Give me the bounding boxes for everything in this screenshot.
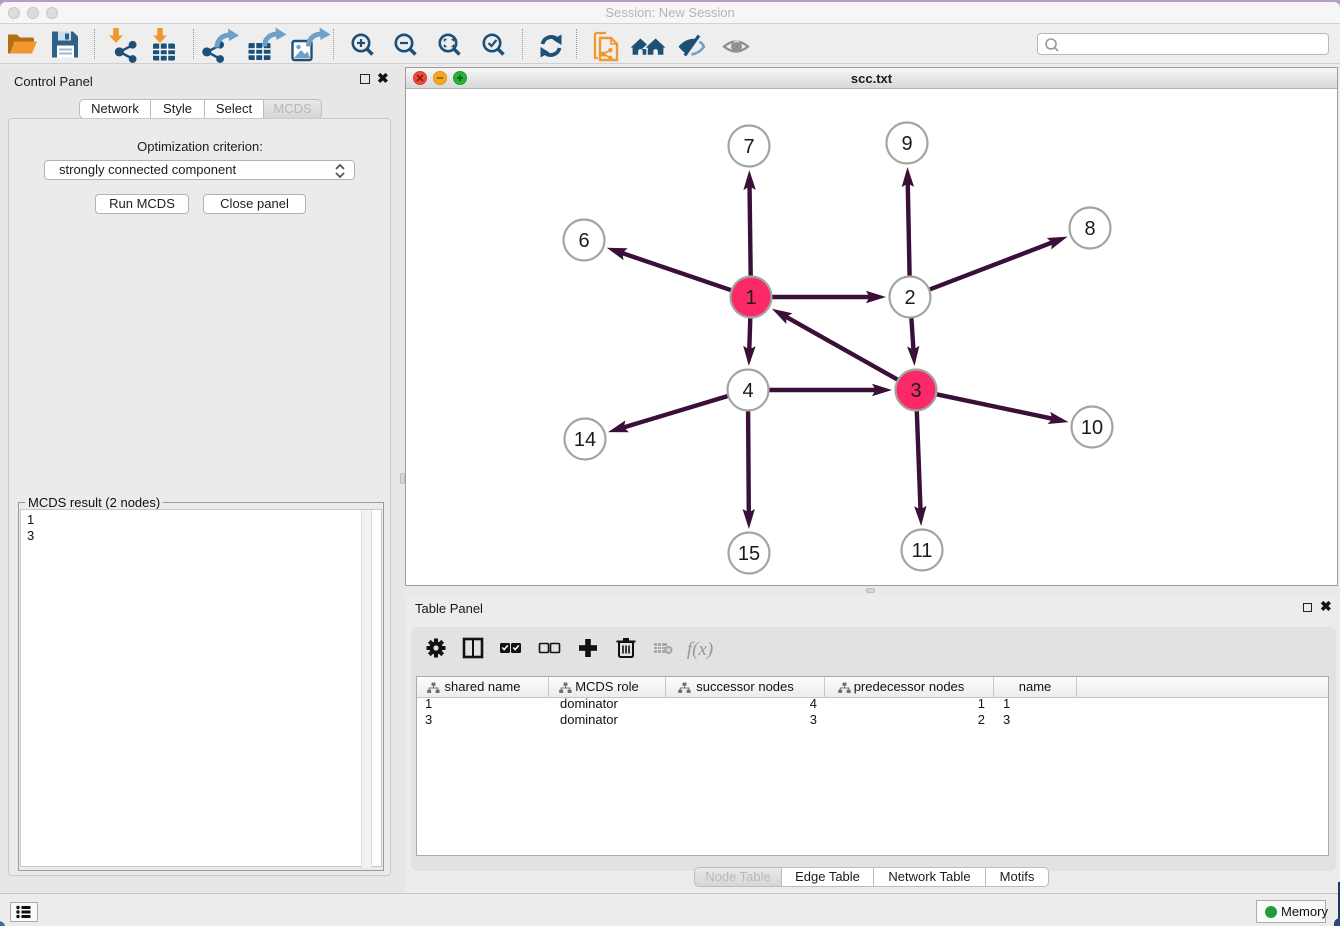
svg-text:6: 6 <box>578 230 589 252</box>
svg-text:1: 1 <box>745 287 756 309</box>
svg-text:4: 4 <box>742 380 753 402</box>
svg-text:8: 8 <box>1084 218 1095 240</box>
svg-text:9: 9 <box>901 133 912 155</box>
svg-text:f(x): f(x) <box>687 639 713 660</box>
svg-text:10: 10 <box>1081 417 1103 439</box>
svg-text:7: 7 <box>743 136 754 158</box>
svg-text:3: 3 <box>910 380 921 402</box>
svg-text:11: 11 <box>912 540 933 562</box>
svg-text:14: 14 <box>574 429 596 451</box>
svg-text:2: 2 <box>904 287 915 309</box>
svg-text:15: 15 <box>738 543 760 565</box>
